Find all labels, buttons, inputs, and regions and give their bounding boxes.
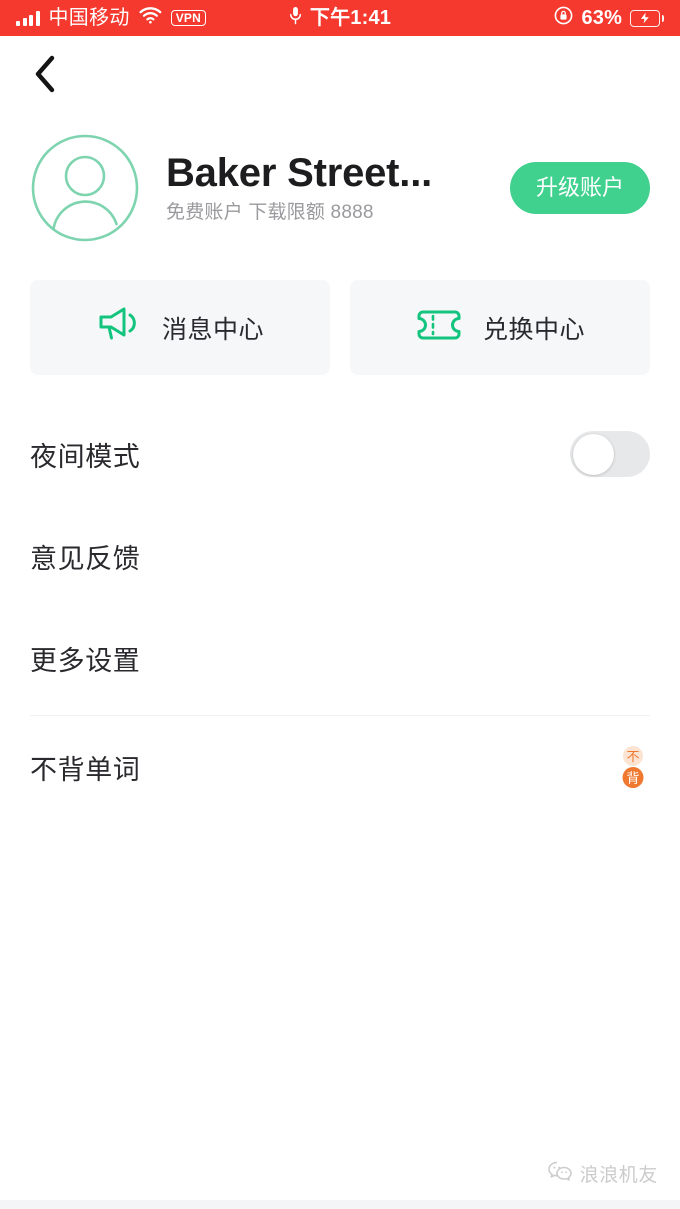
- chevron-left-icon: [35, 55, 55, 93]
- profile-header: Baker Street... 免费账户 下载限额 8888 升级账户: [0, 112, 680, 242]
- rotation-lock-icon: [554, 6, 573, 30]
- app-row-bubeidanci[interactable]: 不背单词 不 背: [30, 716, 650, 818]
- profile-text: Baker Street... 免费账户 下载限额 8888: [166, 151, 510, 225]
- upgrade-account-button[interactable]: 升级账户: [509, 162, 650, 214]
- battery-percent-label: 63%: [581, 7, 623, 29]
- settings-row-feedback[interactable]: 意见反馈: [30, 505, 650, 607]
- settings-row-night-mode[interactable]: 夜间模式: [30, 403, 650, 505]
- night-mode-toggle[interactable]: [570, 431, 650, 477]
- nav-bar: [0, 36, 680, 112]
- megaphone-icon: [96, 303, 142, 352]
- clock-label: 下午1:41: [309, 7, 392, 29]
- toggle-knob: [572, 433, 614, 475]
- signal-bars-icon: [16, 10, 40, 26]
- settings-list: 夜间模式 意见反馈 更多设置 不背单词 不 背: [0, 403, 680, 818]
- night-mode-label: 夜间模式: [30, 441, 141, 472]
- svg-text:背: 背: [626, 771, 639, 786]
- wechat-icon: [547, 1161, 572, 1187]
- svg-text:不: 不: [626, 749, 639, 764]
- app-screen: 中国移动 VPN 下午1:41 63% Baker Street... 免费账户…: [0, 0, 680, 1209]
- redeem-center-card[interactable]: 兑换中心: [350, 280, 650, 375]
- message-center-label: 消息中心: [161, 315, 264, 344]
- vpn-badge: VPN: [170, 9, 206, 27]
- status-bar-right: 63%: [554, 6, 664, 30]
- wifi-icon: [139, 7, 162, 29]
- status-bar: 中国移动 VPN 下午1:41 63%: [0, 0, 680, 36]
- carrier-label: 中国移动: [48, 7, 130, 29]
- bubeidanci-label: 不背单词: [30, 754, 141, 785]
- more-settings-label: 更多设置: [30, 645, 141, 676]
- back-button[interactable]: [22, 51, 68, 97]
- quick-action-cards: 消息中心 兑换中心: [0, 242, 680, 375]
- account-status-label: 免费账户 下载限额 8888: [166, 202, 374, 223]
- bubeidanci-app-icon: 不 背: [616, 745, 650, 789]
- message-center-card[interactable]: 消息中心: [30, 280, 330, 375]
- status-bar-left: 中国移动 VPN: [16, 7, 206, 29]
- bottom-strip: [0, 1200, 680, 1209]
- avatar[interactable]: [30, 133, 140, 243]
- watermark: 浪浪机友: [547, 1160, 658, 1187]
- ticket-icon: [415, 306, 463, 349]
- watermark-label: 浪浪机友: [579, 1165, 658, 1186]
- feedback-label: 意见反馈: [30, 543, 141, 574]
- settings-row-more-settings[interactable]: 更多设置: [30, 607, 650, 709]
- microphone-icon: [289, 6, 302, 30]
- username-label: Baker Street...: [166, 151, 433, 196]
- battery-charging-icon: [630, 9, 664, 27]
- user-avatar-icon: [31, 134, 139, 242]
- redeem-center-label: 兑换中心: [482, 315, 585, 344]
